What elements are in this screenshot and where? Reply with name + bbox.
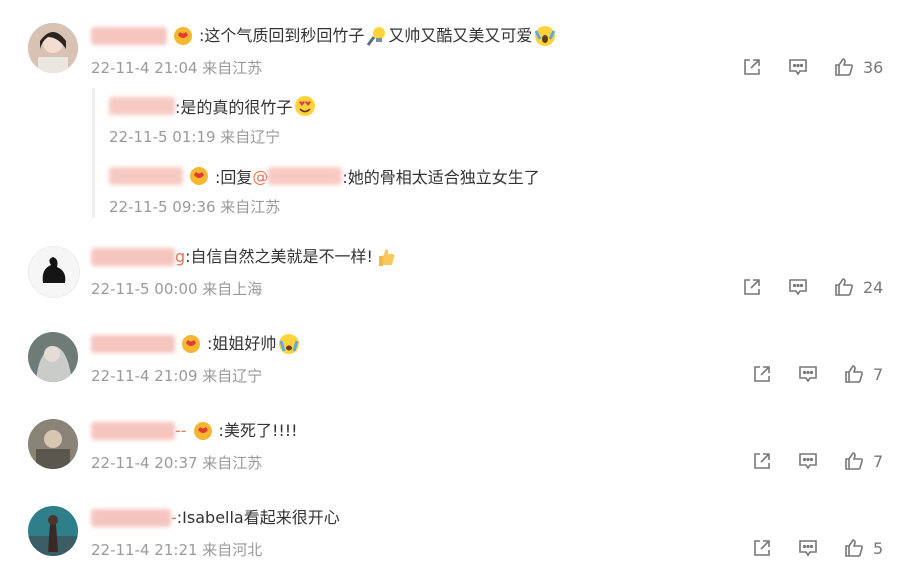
comment-item: :姐姐好帅 22-11-4 21:09 来自辽宁 7 [0, 330, 922, 410]
mention-blurred[interactable] [268, 167, 343, 185]
avatar[interactable] [28, 506, 78, 556]
like-count: 5 [873, 538, 884, 558]
like-button[interactable]: 5 [843, 537, 883, 559]
comment-meta: 22-11-4 21:21 来自河北 [91, 541, 263, 559]
share-icon[interactable] [751, 537, 773, 559]
like-icon[interactable] [833, 56, 855, 78]
shocked-face-emoji-icon [534, 25, 556, 47]
comment-icon[interactable] [797, 363, 819, 385]
vip-badge-icon [193, 421, 213, 441]
comment-icon[interactable] [787, 276, 809, 298]
like-button[interactable]: 7 [843, 363, 883, 385]
reply-text: :是的真的很竹子 [109, 94, 316, 118]
comment-actions: 24 [741, 276, 883, 298]
username-blurred[interactable] [109, 97, 175, 115]
comment-actions: 36 [741, 56, 883, 78]
like-count: 7 [873, 364, 884, 384]
comment-text: :这个气质回到秒回竹子 又帅又酷又美又可爱 [91, 25, 556, 47]
reply-meta: 22-11-5 09:36 来自江苏 [109, 198, 281, 216]
avatar[interactable] [28, 23, 78, 73]
like-button[interactable]: 24 [833, 276, 883, 298]
username-blurred[interactable] [91, 27, 167, 45]
comment-icon[interactable] [797, 450, 819, 472]
comment-icon[interactable] [787, 56, 809, 78]
like-icon[interactable] [843, 363, 865, 385]
comment-meta: 22-11-5 00:00 来自上海 [91, 280, 263, 298]
like-button[interactable]: 7 [843, 450, 883, 472]
comment-text: - :Isabella看起来很开心 [91, 507, 340, 529]
share-icon[interactable] [751, 363, 773, 385]
vip-badge-icon [189, 166, 209, 186]
like-icon[interactable] [833, 276, 855, 298]
username-blurred[interactable] [91, 422, 175, 440]
avatar[interactable] [28, 246, 80, 298]
comment-meta: 22-11-4 21:04 来自江苏 [91, 59, 263, 77]
username-blurred[interactable] [109, 167, 183, 185]
mention-link[interactable]: @ [252, 167, 268, 186]
share-icon[interactable] [741, 276, 763, 298]
like-count: 36 [863, 57, 884, 77]
like-icon[interactable] [843, 450, 865, 472]
username-blurred[interactable] [91, 509, 171, 527]
comment-item: :这个气质回到秒回竹子 又帅又酷又美又可爱 22-11-4 21:04 来自江苏… [0, 0, 922, 235]
like-count: 24 [863, 277, 884, 297]
heart-eyes-emoji-icon [294, 95, 316, 117]
comment-actions: 7 [751, 363, 883, 385]
comment-text: g :自信自然之美就是不一样! [91, 246, 397, 268]
lightbulb-emoji-icon [366, 25, 388, 47]
comment-meta: 22-11-4 21:09 来自辽宁 [91, 367, 263, 385]
vip-badge-icon [173, 26, 193, 46]
username-blurred[interactable] [91, 335, 175, 353]
comment-text: :姐姐好帅 [91, 333, 300, 355]
comment-actions: 5 [751, 537, 883, 559]
comment-item: -- :美死了!!!! 22-11-4 20:37 来自江苏 7 [0, 417, 922, 497]
reply-text: :回复 @ :她的骨相太适合独立女生了 [109, 164, 540, 188]
like-button[interactable]: 36 [833, 56, 883, 78]
like-count: 7 [873, 451, 884, 471]
like-icon[interactable] [843, 537, 865, 559]
comment-text: -- :美死了!!!! [91, 420, 298, 442]
vip-badge-icon [181, 334, 201, 354]
reply-meta: 22-11-5 01:19 来自辽宁 [109, 128, 281, 146]
crying-face-emoji-icon [278, 333, 300, 355]
avatar[interactable] [28, 419, 78, 469]
comment-icon[interactable] [797, 537, 819, 559]
avatar[interactable] [28, 332, 78, 382]
reply-list: :是的真的很竹子 22-11-5 01:19 来自辽宁 :回复 @ :她的骨相太… [92, 88, 540, 218]
share-icon[interactable] [751, 450, 773, 472]
comment-actions: 7 [751, 450, 883, 472]
username-blurred[interactable] [91, 248, 175, 266]
share-icon[interactable] [741, 56, 763, 78]
thumbs-up-emoji-icon [375, 246, 397, 268]
comment-item: g :自信自然之美就是不一样! 22-11-5 00:00 来自上海 24 [0, 240, 922, 320]
comment-item: - :Isabella看起来很开心 22-11-4 21:21 来自河北 5 [0, 504, 922, 580]
comment-meta: 22-11-4 20:37 来自江苏 [91, 454, 263, 472]
